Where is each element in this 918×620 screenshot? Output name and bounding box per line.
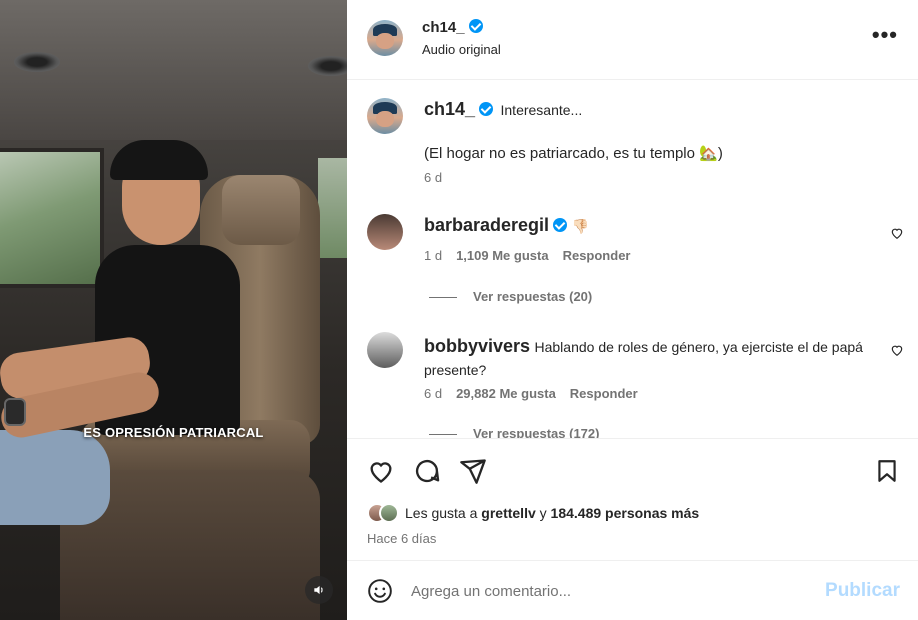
heart-icon[interactable] <box>890 226 904 240</box>
comment-text: 👎🏻 <box>571 218 589 234</box>
action-bar: Les gusta a grettellv y 184.489 personas… <box>347 438 918 560</box>
video-caption: ES OPRESIÓN PATRIARCAL <box>83 425 264 440</box>
view-replies-button[interactable]: Ver respuestas (20) <box>429 289 592 304</box>
video-headrest <box>222 175 300 245</box>
comment-username[interactable]: barbaraderegil <box>424 215 549 235</box>
likes-summary[interactable]: Les gusta a grettellv y 184.489 personas… <box>367 503 699 523</box>
video-person-watch <box>4 398 26 426</box>
sound-icon <box>314 585 323 595</box>
post-timestamp: Hace 6 días <box>367 531 437 546</box>
video-person-cap <box>110 140 208 180</box>
comment-meta: 6 d 29,882 Me gusta Responder <box>424 386 638 401</box>
reel-video[interactable]: ES OPRESIÓN PATRIARCAL <box>0 0 347 620</box>
comments-list[interactable]: ch14_ Interesante... (El hogar no es pat… <box>347 80 918 438</box>
caption-body: (El hogar no es patriarcado, es tu templ… <box>424 145 723 162</box>
view-replies-button[interactable]: Ver respuestas (172) <box>429 426 599 438</box>
avatar <box>379 503 399 523</box>
post-header: ch14_ Audio original ••• <box>347 0 918 80</box>
publish-button[interactable]: Publicar <box>825 580 900 602</box>
share-icon[interactable] <box>459 457 487 485</box>
likes-prefix: Les gusta a <box>405 505 478 521</box>
post-panel: ch14_ Audio original ••• ch14_ Interesan… <box>347 0 918 620</box>
emoji-icon[interactable] <box>367 578 393 604</box>
comment-icon[interactable] <box>413 457 441 485</box>
avatar[interactable] <box>367 332 403 368</box>
verified-icon <box>553 218 568 232</box>
comment-username[interactable]: bobbyvivers <box>424 336 530 356</box>
heart-icon[interactable] <box>890 343 904 357</box>
avatar[interactable] <box>367 20 403 56</box>
header-username[interactable]: ch14_ <box>422 19 483 36</box>
video-vent <box>14 52 60 72</box>
comment-age: 6 d <box>424 386 443 401</box>
more-icon[interactable]: ••• <box>872 24 898 46</box>
comment-likes[interactable]: 29,882 Me gusta <box>456 386 556 401</box>
reply-button[interactable]: Responder <box>563 248 631 263</box>
sound-toggle-button[interactable] <box>305 576 333 604</box>
avatar[interactable] <box>367 214 403 250</box>
video-person-legs <box>0 430 110 525</box>
comment-line: barbaraderegil 👎🏻 <box>424 215 589 236</box>
avatar[interactable] <box>367 98 403 134</box>
caption-username[interactable]: ch14_ <box>424 99 475 119</box>
reply-button[interactable]: Responder <box>570 386 638 401</box>
likes-user[interactable]: grettellv <box>481 505 535 521</box>
video-ceiling <box>0 0 347 140</box>
caption-age: 6 d <box>424 170 443 185</box>
heart-icon[interactable] <box>367 457 395 485</box>
video-window <box>0 148 104 288</box>
caption-text: Interesante... <box>500 102 583 118</box>
likes-conj: y <box>539 505 547 521</box>
comment-meta: 1 d 1,109 Me gusta Responder <box>424 248 630 263</box>
likes-others[interactable]: 184.489 personas más <box>551 505 700 521</box>
bookmark-icon[interactable] <box>874 457 900 485</box>
comment-input[interactable]: Agrega un comentario... <box>411 583 571 600</box>
comment-line: bobbyvivers Hablando de roles de género,… <box>424 335 874 382</box>
comment-likes[interactable]: 1,109 Me gusta <box>456 248 549 263</box>
verified-icon <box>468 19 483 33</box>
verified-icon <box>479 102 494 116</box>
video-window <box>318 158 347 258</box>
video-vent <box>308 56 347 76</box>
audio-link[interactable]: Audio original <box>422 42 501 57</box>
comment-age: 1 d <box>424 248 443 263</box>
caption-line: ch14_ Interesante... <box>424 99 582 120</box>
comment-composer: Agrega un comentario... Publicar <box>347 560 918 620</box>
